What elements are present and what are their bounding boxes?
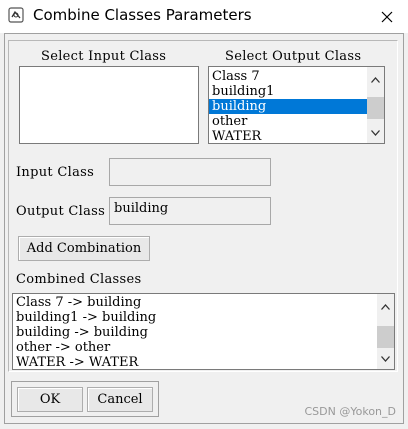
close-button[interactable]	[366, 0, 408, 33]
combined-classes-label: Combined Classes	[16, 272, 142, 287]
input-class-field[interactable]	[109, 158, 271, 186]
title-bar: Combine Classes Parameters	[0, 0, 408, 33]
output-class-listbox[interactable]: Class 7 building1 building other WATER	[208, 66, 385, 144]
input-class-label: Input Class	[16, 165, 95, 180]
output-class-items: Class 7 building1 building other WATER	[209, 69, 367, 143]
combined-class-item[interactable]: building1 -> building	[13, 310, 377, 325]
combined-list-scrollbar[interactable]	[377, 294, 394, 369]
output-class-label: Output Class	[16, 204, 106, 219]
scroll-up-icon[interactable]	[367, 71, 384, 88]
input-class-value	[110, 159, 270, 165]
ok-button[interactable]: OK	[17, 387, 83, 412]
output-class-item[interactable]: other	[209, 114, 367, 129]
watermark: CSDN @Yokon_D	[304, 405, 397, 418]
scroll-up-icon[interactable]	[377, 298, 394, 315]
scroll-thumb[interactable]	[377, 326, 394, 348]
add-combination-button[interactable]: Add Combination	[18, 236, 150, 261]
output-class-item[interactable]: WATER	[209, 129, 367, 143]
select-input-class-label: Select Input Class	[41, 49, 167, 64]
combined-classes-listbox[interactable]: Class 7 -> building building1 -> building…	[12, 293, 395, 370]
scroll-down-icon[interactable]	[367, 124, 384, 141]
output-class-item[interactable]: building1	[209, 84, 367, 99]
window-title: Combine Classes Parameters	[33, 6, 252, 24]
combined-class-item[interactable]: Class 7 -> building	[13, 295, 377, 310]
combined-class-item[interactable]: WATER -> WATER	[13, 355, 377, 369]
combined-class-item[interactable]: other -> other	[13, 340, 377, 355]
output-class-item[interactable]: Class 7	[209, 69, 367, 84]
output-list-scrollbar[interactable]	[367, 67, 384, 143]
scroll-down-icon[interactable]	[377, 350, 394, 367]
select-output-class-label: Select Output Class	[225, 49, 362, 64]
input-class-listbox[interactable]	[19, 66, 199, 144]
cancel-button[interactable]: Cancel	[87, 387, 153, 412]
output-class-item[interactable]: building	[209, 99, 367, 114]
output-class-field[interactable]: building	[109, 197, 271, 225]
app-icon	[8, 7, 24, 23]
combined-classes-items: Class 7 -> building building1 -> building…	[13, 295, 377, 369]
output-class-value: building	[114, 201, 169, 216]
scroll-thumb[interactable]	[367, 97, 384, 119]
combined-class-item[interactable]: building -> building	[13, 325, 377, 340]
close-icon	[381, 11, 393, 22]
